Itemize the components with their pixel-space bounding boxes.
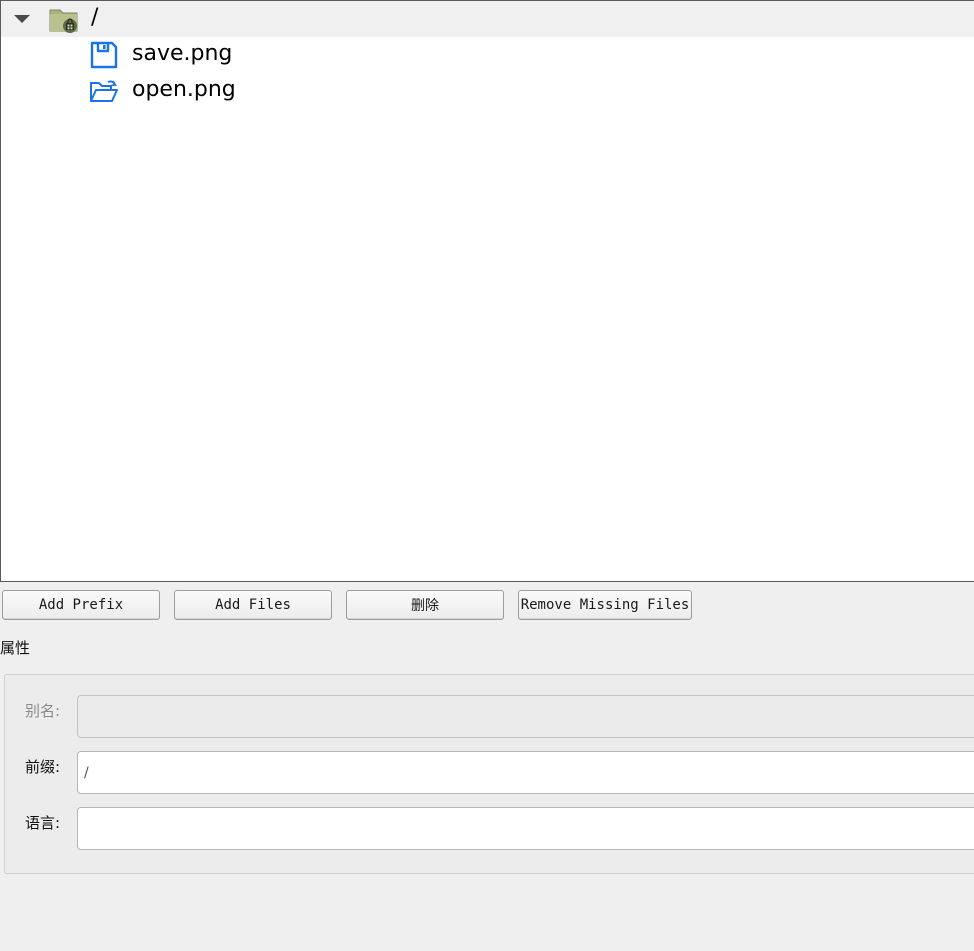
resource-folder-icon [49,9,78,33]
tree-item-label: save.png [132,41,233,66]
tree-item-open[interactable]: open.png [1,73,974,109]
prefix-field[interactable]: / [77,751,974,794]
tree-root-label: / [91,5,99,30]
language-label: 语言: [25,814,61,832]
remove-missing-files-button[interactable]: Remove Missing Files [518,590,692,620]
resource-tree-view[interactable]: / save.png open.png [0,0,974,582]
properties-title: 属性 [0,639,31,657]
expand-arrow-icon[interactable] [14,15,30,23]
add-files-button[interactable]: Add Files [174,590,332,620]
add-prefix-button[interactable]: Add Prefix [2,590,160,620]
tree-item-save[interactable]: save.png [1,37,974,73]
delete-button[interactable]: 删除 [346,590,504,620]
save-icon [90,41,118,69]
tree-item-label: open.png [132,77,236,102]
open-folder-icon [90,80,118,102]
alias-field [77,695,974,738]
language-field[interactable] [77,807,974,850]
alias-label: 别名: [25,702,61,720]
tree-row-root[interactable]: / [1,1,974,37]
resource-editor-window: / save.png open.png Add Prefix Add Files… [0,0,974,951]
prefix-label: 前缀: [25,758,61,776]
